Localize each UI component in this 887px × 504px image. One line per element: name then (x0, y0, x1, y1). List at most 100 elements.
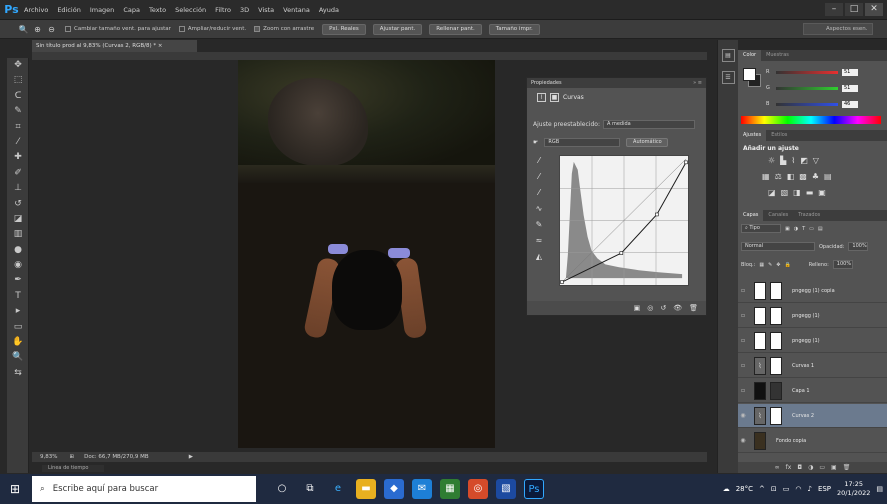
filter-smart-icon[interactable]: ▤ (818, 226, 823, 232)
mask-icon[interactable]: ■ (550, 92, 559, 102)
tab-adjustments[interactable]: Ajustes (738, 130, 767, 141)
lock-position-icon[interactable]: ✥ (776, 262, 780, 268)
zoom-level[interactable]: 9,83% (40, 452, 57, 462)
mail-icon[interactable]: ✉ (412, 479, 432, 499)
layer-row[interactable]: ▫ pngegg (1) (738, 329, 887, 353)
brightness-icon[interactable]: ☼ (768, 156, 775, 165)
visibility-toggle[interactable]: ▫ (738, 287, 748, 294)
green-track[interactable] (776, 86, 838, 90)
network-icon[interactable]: ⊡ (771, 485, 777, 493)
threshold-icon[interactable]: ◨ (793, 188, 801, 197)
tab-swatches[interactable]: Muestras (761, 50, 794, 61)
channel-select[interactable]: RGB (544, 138, 621, 147)
black-white-icon[interactable]: ◧ (787, 172, 795, 181)
move-tool-icon[interactable]: ✥ (7, 58, 29, 73)
filter-type-icon[interactable]: T (802, 226, 805, 232)
hand-tool-icon[interactable]: ✋ (7, 335, 29, 350)
maximize-button[interactable]: □ (845, 3, 863, 16)
timeline-tab[interactable]: Línea de tiempo (42, 465, 104, 472)
temperature[interactable]: 28°C (736, 485, 753, 493)
blend-mode-select[interactable]: Normal (741, 242, 815, 251)
blue-value[interactable]: 46 (842, 100, 858, 108)
document-image[interactable] (238, 60, 495, 448)
auto-button[interactable]: Automático (626, 138, 669, 147)
curve-control-point[interactable] (560, 280, 564, 284)
fill-input[interactable]: 100% (832, 260, 853, 269)
volume-icon[interactable]: ♪ (807, 485, 811, 493)
levels-icon[interactable]: ▙ (780, 156, 786, 165)
wifi-icon[interactable]: ◠ (795, 485, 801, 493)
green-slider[interactable]: G 51 (766, 84, 861, 92)
lock-pixels-icon[interactable]: ✎ (768, 262, 772, 268)
tab-color[interactable]: Color (738, 50, 762, 61)
menu-ayuda[interactable]: Ayuda (319, 6, 339, 14)
excel-icon[interactable]: ▦ (440, 479, 460, 499)
filter-pixel-icon[interactable]: ▣ (785, 226, 790, 232)
minimize-button[interactable]: – (825, 3, 843, 16)
vibrance-icon[interactable]: ▽ (813, 156, 819, 165)
gradient-map-icon[interactable]: ▬ (806, 188, 814, 197)
opacity-input[interactable]: 100% (848, 242, 869, 251)
shape-tool-icon[interactable]: ▭ (7, 320, 29, 335)
new-layer-icon[interactable]: ▣ (831, 462, 837, 473)
clone-stamp-icon[interactable]: ⊥ (7, 181, 29, 196)
zoom-all-windows-check[interactable]: Ampliar/reducir vent. (178, 26, 246, 32)
layer-row[interactable]: ▫ pngegg (1) (738, 304, 887, 328)
filter-shape-icon[interactable]: ▭ (809, 226, 814, 232)
menu-texto[interactable]: Texto (149, 6, 166, 14)
quick-select-tool-icon[interactable]: ✎ (7, 104, 29, 119)
red-value[interactable]: 51 (842, 68, 858, 76)
blue-track[interactable] (776, 102, 838, 106)
color-lookup-icon[interactable]: ▤ (824, 172, 832, 181)
channel-mixer-icon[interactable]: ♣ (812, 172, 819, 181)
visibility-toggle[interactable]: ▫ (738, 312, 748, 319)
trash-icon[interactable]: 🗑 (689, 304, 698, 312)
status-arrow-icon[interactable]: ▶ (189, 452, 193, 462)
white-point-eyedropper-icon[interactable]: ⁄ (533, 185, 545, 201)
tab-styles[interactable]: Estilos (766, 130, 792, 141)
tray-chevron-icon[interactable]: ^ (759, 485, 765, 493)
task-view-icon[interactable]: ⧉ (300, 479, 320, 499)
menu-ventana[interactable]: Ventana (283, 6, 310, 14)
visibility-toggle[interactable]: ▫ (738, 362, 748, 369)
close-button[interactable]: ✕ (865, 3, 883, 16)
tab-layers[interactable]: Capas (738, 210, 764, 221)
photo-filter-icon[interactable]: ▩ (799, 172, 807, 181)
red-track[interactable] (776, 70, 838, 74)
crop-tool-icon[interactable]: ⌗ (7, 120, 29, 135)
menu-vista[interactable]: Vista (258, 6, 274, 14)
link-layers-icon[interactable]: ∞ (775, 462, 780, 473)
color-spectrum[interactable] (741, 116, 881, 124)
fill-screen-button[interactable]: Rellenar pant. (429, 23, 482, 35)
menu-seleccion[interactable]: Selección (175, 6, 206, 14)
scrubby-zoom-check[interactable]: Zoom con arrastre (254, 26, 314, 32)
menu-archivo[interactable]: Archivo (24, 6, 48, 14)
curves-graph[interactable] (559, 155, 689, 286)
language[interactable]: ESP (818, 485, 831, 493)
new-group-icon[interactable]: ▭ (819, 462, 825, 473)
tab-paths[interactable]: Trazados (793, 210, 825, 221)
panel-menu-icon[interactable]: » ≡ (693, 78, 702, 88)
menu-3d[interactable]: 3D (240, 6, 249, 14)
photoshop-taskbar-icon[interactable]: Ps (524, 479, 544, 499)
on-image-adjust-icon[interactable]: ☛ (533, 139, 538, 146)
document-tab[interactable]: Sin título prod al 9,83% (Curvas 2, RGB/… (32, 40, 197, 52)
fx-icon[interactable]: fx (786, 462, 792, 473)
zoom-out-icon[interactable]: ⊖ (46, 24, 57, 35)
delete-layer-icon[interactable]: 🗑 (843, 462, 851, 473)
green-value[interactable]: 51 (842, 84, 858, 92)
pen-tool-icon[interactable]: ✒ (7, 273, 29, 288)
weather-icon[interactable]: ☁ (723, 485, 730, 493)
add-mask-icon[interactable]: ◘ (797, 462, 802, 473)
red-slider[interactable]: R 51 (766, 68, 861, 76)
zoom-tool-icon[interactable]: 🔍 (7, 350, 29, 365)
curves-adjust-icon[interactable]: ⌇ (791, 156, 795, 165)
curve-control-point[interactable] (684, 160, 688, 165)
blue-slider[interactable]: B 46 (766, 100, 861, 108)
preset-select[interactable]: A medida (602, 120, 695, 129)
layer-row[interactable]: ▫ pngegg (1) copia (738, 279, 887, 303)
workspace-select[interactable]: Aspectos esen. (803, 23, 873, 35)
windows-start-icon[interactable]: ⊞ (0, 474, 30, 504)
layer-kind-select[interactable]: ⌕ Tipo (741, 224, 781, 233)
new-adjustment-icon[interactable]: ◑ (808, 462, 813, 473)
